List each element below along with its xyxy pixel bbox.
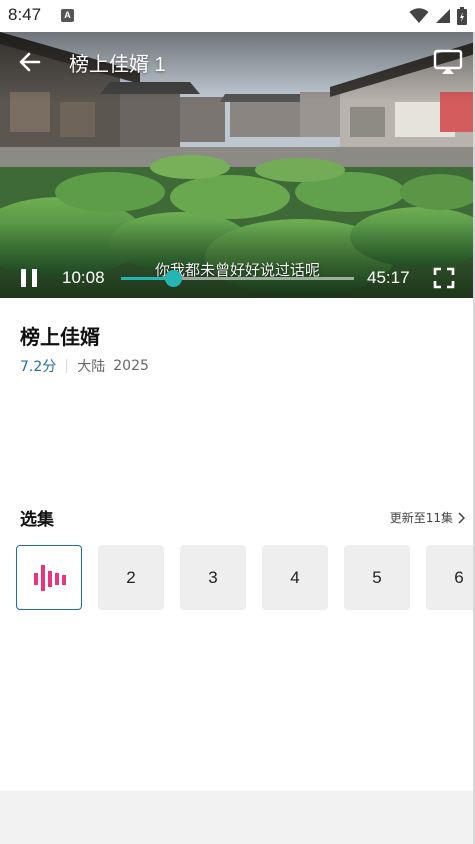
fullscreen-icon[interactable]	[433, 267, 455, 289]
status-time: 8:47	[8, 5, 42, 24]
player-controls: 10:08 45:17	[0, 258, 475, 298]
cast-icon[interactable]	[433, 48, 463, 76]
chevron-right-icon	[458, 511, 465, 524]
video-player[interactable]: 榜上佳婿 1 你我都未曾好好说过话呢 10:08 45:17	[0, 32, 475, 298]
episode-item-6[interactable]: 6	[426, 545, 475, 610]
episodes-header: 选集	[20, 510, 54, 530]
show-title: 榜上佳婿	[20, 325, 100, 349]
episodes-more-link[interactable]: 更新至11集	[390, 509, 465, 526]
notification-icon: A	[61, 9, 74, 22]
show-meta: 7.2分 大陆 2025	[20, 356, 149, 376]
episode-list: 2 3 4 5 6	[16, 545, 475, 610]
episode-item-2[interactable]: 2	[98, 545, 164, 610]
episode-item-1[interactable]	[16, 545, 82, 610]
year: 2025	[113, 358, 149, 374]
status-icons	[409, 6, 467, 26]
rating: 7.2分	[20, 359, 57, 375]
seek-bar[interactable]	[121, 270, 354, 287]
status-bar: 8:47 A	[0, 0, 475, 32]
region: 大陆	[77, 359, 106, 375]
total-time: 45:17	[367, 268, 410, 287]
current-time: 10:08	[62, 268, 105, 287]
player-top-bar: 榜上佳婿 1	[0, 32, 475, 92]
episode-item-5[interactable]: 5	[344, 545, 410, 610]
divider	[66, 359, 68, 373]
arrow-left-icon[interactable]	[16, 48, 44, 76]
wifi-icon	[409, 8, 429, 23]
battery-icon	[457, 7, 467, 25]
episode-item-4[interactable]: 4	[262, 545, 328, 610]
cellular-icon	[436, 9, 450, 23]
update-status: 更新至11集	[389, 511, 453, 525]
video-title: 榜上佳婿 1	[69, 54, 166, 76]
bottom-bar	[0, 791, 475, 844]
episode-item-3[interactable]: 3	[180, 545, 246, 610]
pause-icon[interactable]	[18, 266, 40, 290]
seek-thumb[interactable]	[164, 270, 182, 287]
now-playing-icon	[34, 564, 66, 591]
